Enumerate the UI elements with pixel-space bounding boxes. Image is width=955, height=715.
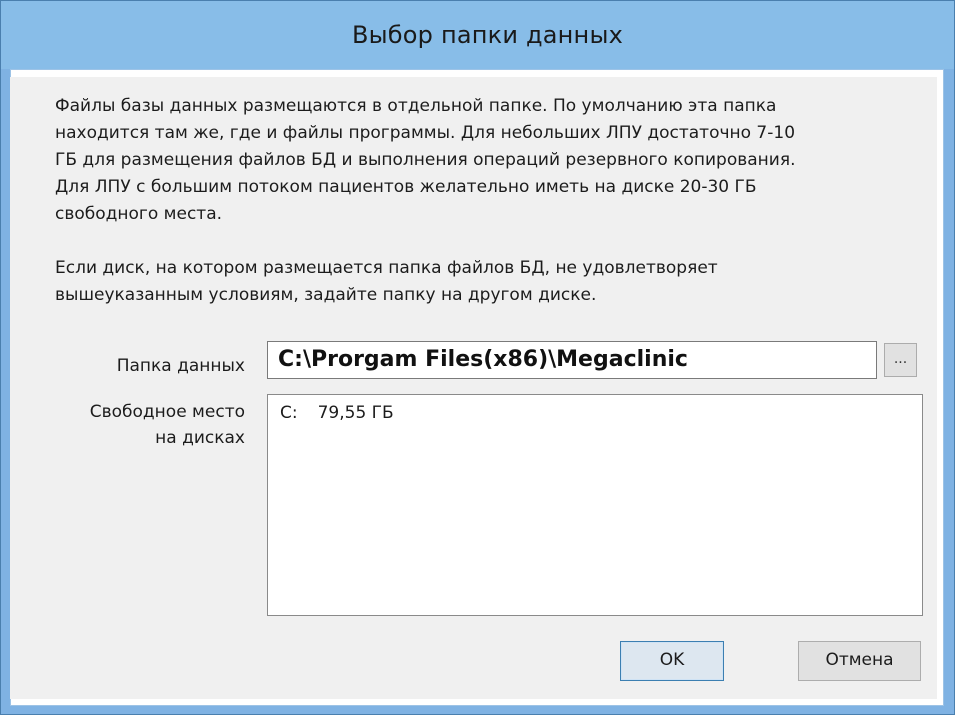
description-line: ГБ для размещения файлов БД и выполнения… [55,150,796,170]
window-title: Выбор папки данных [351,21,623,49]
data-folder-input[interactable]: C:\Prorgam Files(x86)\Megaclinic [267,341,877,379]
description-paragraph-2: Если диск, на котором размещается папка … [55,255,935,309]
description-line: Если диск, на котором размещается папка … [55,258,718,278]
ok-button[interactable]: OK [620,641,724,681]
data-folder-label: Папка данных [116,356,245,376]
description-line: Для ЛПУ с большим потоком пациентов жела… [55,177,757,197]
free-space-label-line: на дисках [155,428,245,448]
description-line: свободного места. [55,204,223,224]
description-line: вышеуказанным условиям, задайте папку на… [55,285,597,305]
free-space-label: Свободное место на дисках [15,399,245,451]
dialog-window: Выбор папки данных Файлы базы данных раз… [0,0,955,715]
free-space-label-line: Свободное место [89,402,245,422]
drive-free-space: 79,55 ГБ [317,403,394,423]
browse-folder-button[interactable]: ... [884,343,917,377]
dialog-content: Файлы базы данных размещаются в отдельно… [10,77,937,699]
list-item[interactable]: C: 79,55 ГБ [280,403,394,423]
drive-letter: C: [280,403,298,423]
description-line: Файлы базы данных размещаются в отдельно… [55,96,777,116]
description-paragraph-1: Файлы базы данных размещаются в отдельно… [55,93,935,228]
cancel-button[interactable]: Отмена [798,641,921,681]
description-line: находится там же, где и файлы программы.… [55,123,796,143]
disk-space-list[interactable]: C: 79,55 ГБ [267,394,923,616]
title-bar[interactable]: Выбор папки данных [1,1,954,69]
